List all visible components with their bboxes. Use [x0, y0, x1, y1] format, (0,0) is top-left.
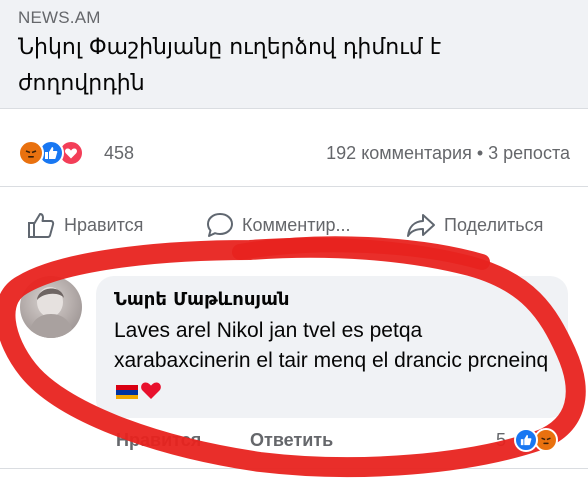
share-button-label: Поделиться [444, 214, 544, 235]
link-preview-card[interactable]: NEWS.AM Նիկոլ Փաշինյանը ուղերձով դիմում … [0, 0, 588, 108]
divider [0, 108, 588, 109]
comment-reactions-summary[interactable]: 5 [496, 428, 576, 456]
comment-text-body: Laves arel Nikol jan tvel es petqa xarab… [114, 319, 549, 372]
comments-shares-count[interactable]: 192 комментария • 3 репоста [326, 143, 570, 164]
comment-reactions-count: 5 [496, 430, 507, 450]
red-heart-emoji [140, 379, 162, 406]
comment-button[interactable]: Комментир... [206, 208, 351, 242]
comment-button-label: Комментир... [242, 214, 351, 235]
link-source: NEWS.AM [18, 8, 101, 27]
like-button[interactable]: Нравится [26, 208, 143, 242]
avatar[interactable] [20, 276, 82, 338]
comment-reply-link[interactable]: Ответить [250, 430, 333, 451]
link-headline[interactable]: Նիկոլ Փաշինյանը ուղերձով դիմում է ժողովր… [18, 30, 538, 102]
comment-like-link[interactable]: Нравится [116, 430, 201, 451]
reactions-count: 458 [104, 143, 135, 163]
like-icon [514, 428, 538, 452]
divider [0, 468, 588, 469]
comment-author[interactable]: Նարե Մաթևոսյան [114, 288, 550, 312]
angry-icon [18, 140, 44, 166]
armenian-flag-emoji [116, 379, 138, 406]
comment-meta-bar: Нравится Ответить 5 [0, 424, 588, 460]
thumbs-up-icon [28, 213, 55, 238]
share-icon [407, 214, 435, 237]
divider [0, 186, 588, 187]
comment-icon [207, 213, 233, 237]
comment-text: Laves arel Nikol jan tvel es petqa xarab… [114, 316, 550, 406]
like-button-label: Нравится [64, 214, 144, 235]
comment-bubble: Նարե Մաթևոսյան Laves arel Nikol jan tvel… [96, 276, 568, 418]
post-stats-bar: 458 192 комментария • 3 репоста [0, 136, 588, 172]
post-actions-bar: Нравится Комментир... Поделиться [0, 200, 588, 252]
share-button[interactable]: Поделиться [406, 208, 543, 242]
